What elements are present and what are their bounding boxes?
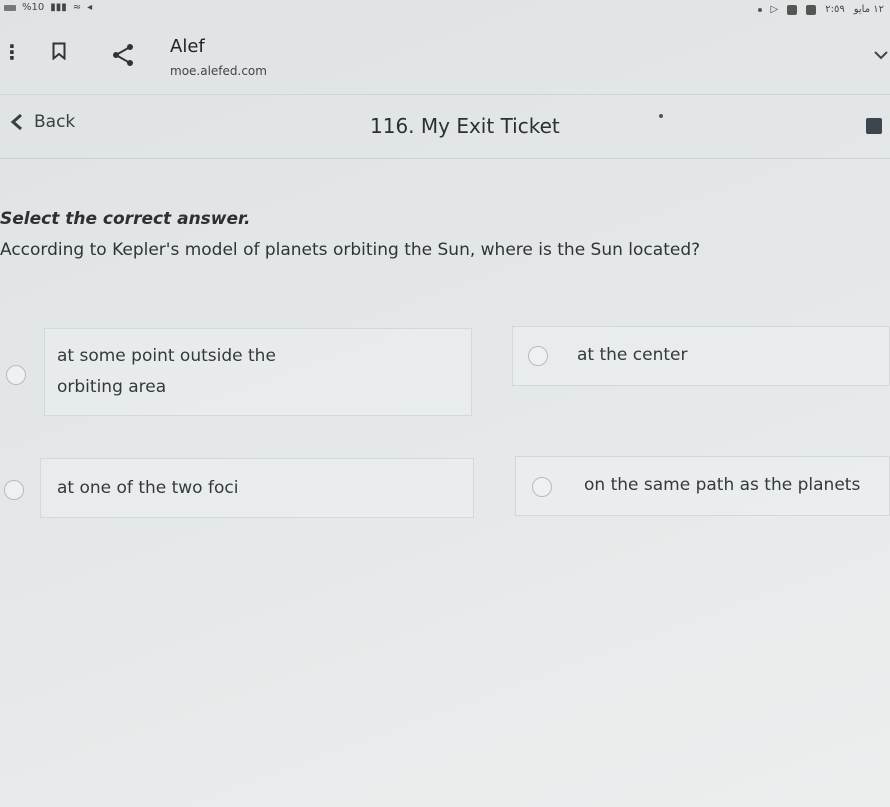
lock-icon [806,4,817,15]
answer-label-line1: at some point outside the [57,346,276,366]
browser-bar: ⋮ Alef moe.alefed.com [0,24,890,95]
mute-icon: ◂ [87,2,93,13]
chevron-left-icon [10,113,22,131]
status-bar: %10 ▮▮▮ ≈ ◂ ▷ ٢:٥٩ ١٢ مايو [0,0,890,22]
notification-dot-icon [757,7,762,12]
answer-card[interactable]: at one of the two foci [40,458,474,518]
answer-label: on the same path as the planets [584,475,861,495]
share-icon[interactable] [110,42,136,68]
more-options-icon[interactable]: ⋮ [2,42,22,62]
back-label: Back [34,112,76,132]
status-date: ١٢ مايو [853,4,884,15]
bookmark-icon[interactable] [52,42,66,60]
avatar[interactable] [866,118,882,134]
answer-card[interactable]: at some point outside the orbiting area [44,328,472,416]
gallery-icon [787,4,798,15]
status-right: ▷ ٢:٥٩ ١٢ مايو [757,4,884,15]
signal-icon: ▮▮▮ [50,2,67,13]
status-left: %10 ▮▮▮ ≈ ◂ [4,2,92,13]
answer-label-line2: orbiting area [57,377,167,397]
instruction-text: Select the correct answer. [0,209,251,229]
site-url[interactable]: moe.alefed.com [170,64,267,78]
answer-label: at one of the two foci [57,478,239,498]
answer-card[interactable]: on the same path as the planets [515,456,890,516]
page-title: 116. My Exit Ticket [370,114,560,138]
back-button[interactable]: Back [8,112,75,132]
header-dot [659,114,663,118]
radio-button[interactable] [4,480,24,500]
battery-icon [4,4,16,11]
wifi-icon: ≈ [72,2,82,13]
radio-button[interactable] [528,346,548,366]
battery-percent: %10 [22,2,45,13]
answer-card[interactable]: at the center [512,326,890,386]
radio-button[interactable] [532,477,552,497]
question-text: According to Kepler's model of planets o… [0,240,701,260]
status-time: ٢:٥٩ [825,4,845,15]
chevron-down-icon[interactable] [874,48,888,62]
site-title: Alef [170,36,205,57]
radio-button[interactable] [6,365,26,385]
answer-label: at the center [577,345,688,365]
lesson-header: Back 116. My Exit Ticket [0,96,890,159]
play-store-icon: ▷ [770,4,779,15]
